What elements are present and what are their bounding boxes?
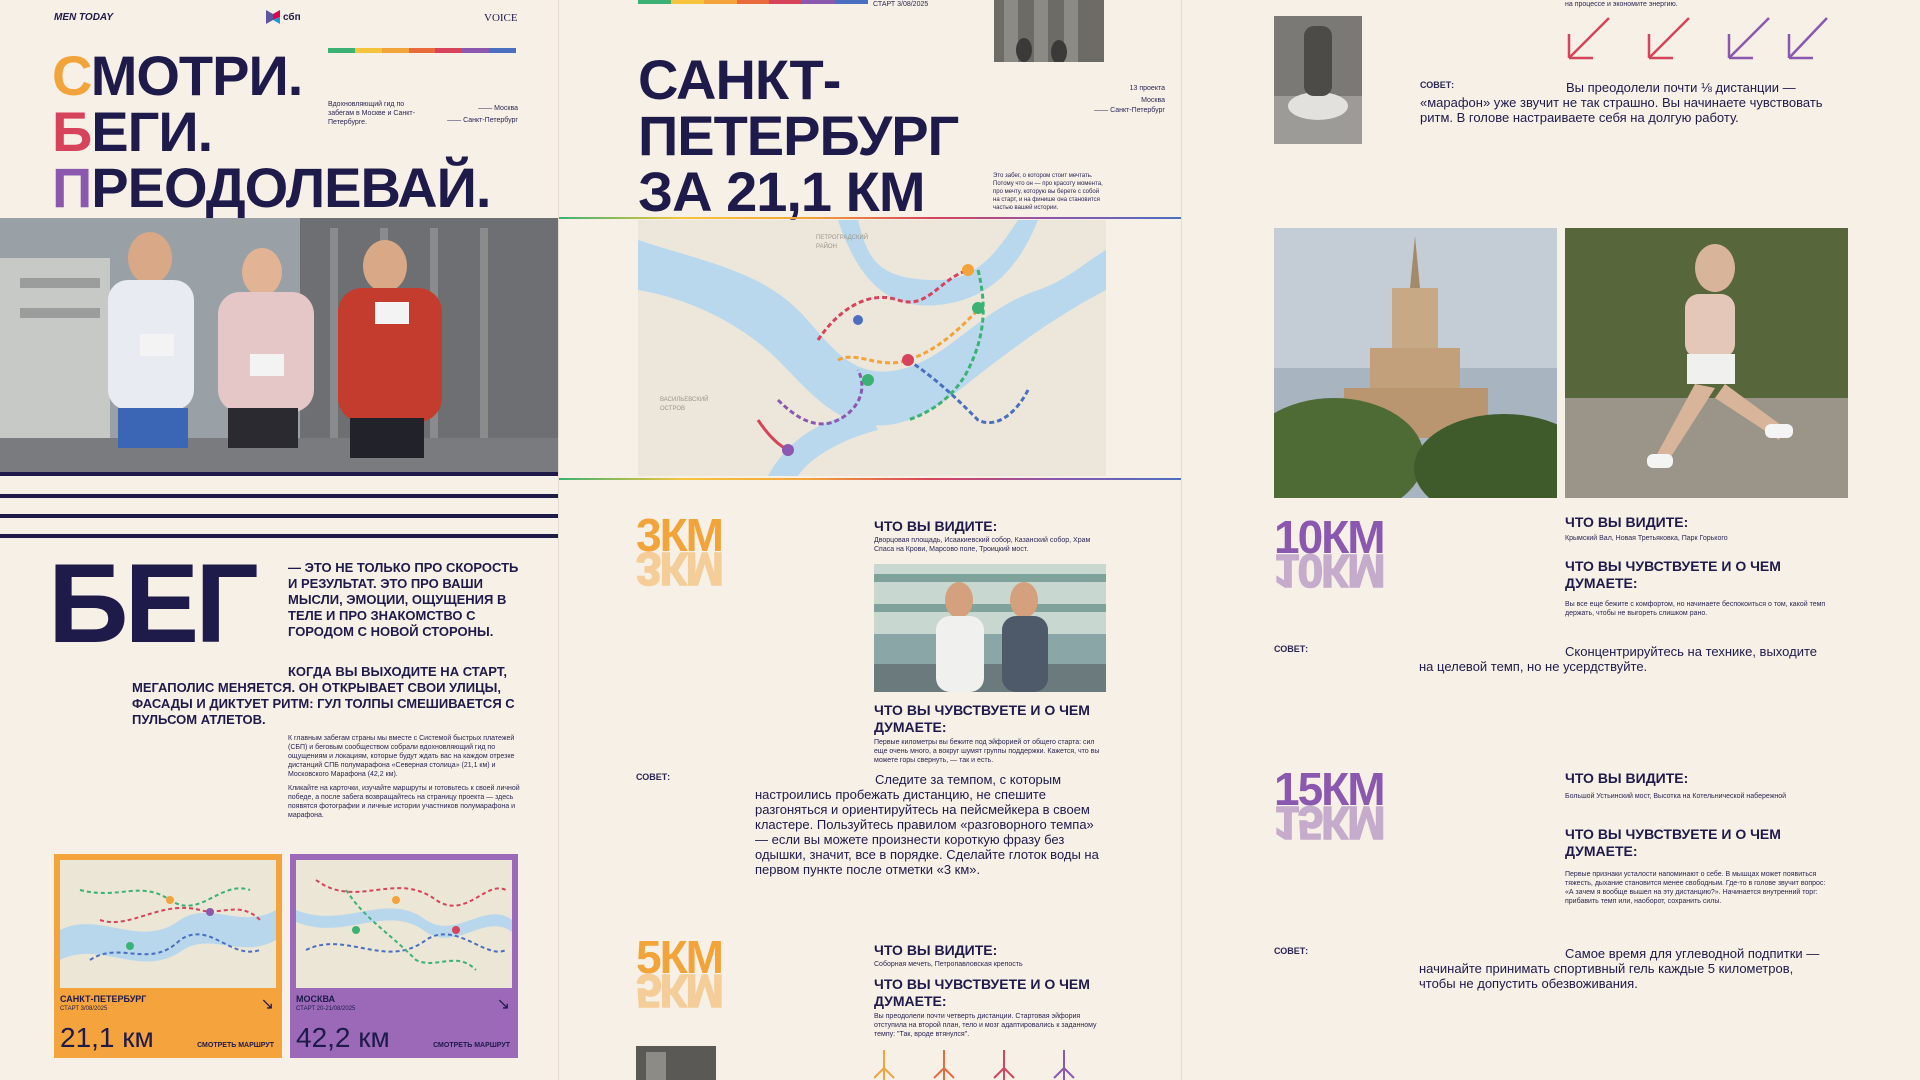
big-word-beg: БЕГ [48,541,259,666]
meta-moscow: Москва [1141,97,1165,104]
intro-small-1: К главным забегам страны мы вместе с Сис… [288,735,515,778]
top-cut-text: на процессе и экономите энергию. [1565,1,1678,8]
km3-photo-art [874,564,1106,692]
card-spb-date: СТАРТ 3/08/2025 [60,1006,108,1012]
arrow-up-icon [873,1050,1075,1080]
arrow-icons-row [1565,14,1829,60]
km3-tip-label: СОВЕТ: [636,772,671,782]
woman-running-art [1565,228,1848,498]
runners-photo [0,218,558,474]
top-thumbnail-art [994,0,1104,62]
card-spb-map [60,860,276,988]
km3-mirror: 3КМ [635,542,722,596]
card-moscow-distance: 42,2 км [296,1022,390,1053]
km3-photo [874,564,1106,692]
main-headline: СМОТРИ. БЕГИ. ПРЕОДОЛЕВАЙ. [52,44,491,219]
km15-feel-heading: ЧТО ВЫ ЧУВСТВУЕТЕ И О ЧЕМ ДУМАЕТЕ: [1565,826,1781,859]
km10-feel-text: Вы все еще бежите с комфортом, но начина… [1565,601,1826,617]
km3-see-text: Дворцовая площадь, Исаакиевский собор, К… [874,537,1091,553]
start-date-label: СТАРТ 3/08/2025 [873,1,929,8]
card-moscow-map [296,860,512,988]
city-moscow: —— Москва [478,105,518,112]
top-tip-text: Вы преодолели почти ⅛ дистанции — «мараф… [1420,80,1823,125]
column-intro: MEN TODAY сбп VOICE СМОТРИ. БЕГИ. ПРЕОДО… [0,0,559,1080]
spb-title: САНКТ-ПЕТЕРБУРГ ЗА 21,1 КМ [638,48,959,223]
divider-line-2 [0,494,558,498]
spb-side-note: Это забег, о котором стоит мечтать. Пото… [993,173,1103,211]
card-spb-distance: 21,1 км [60,1022,154,1053]
card-moscow-map-art [296,879,512,971]
msu-building-art [1274,228,1557,498]
km3-feel-heading: ЧТО ВЫ ЧУВСТВУЕТЕ И О ЧЕМ ДУМАЕТЕ: [874,702,1090,735]
map-bottom-line [559,478,1181,480]
card-moscow[interactable]: МОСКВА СТАРТ 20-21/08/2025 42,2 км ↘ СМО… [290,854,518,1058]
card-spb[interactable]: САНКТ-ПЕТЕРБУРГ СТАРТ 3/08/2025 21,1 км … [54,854,282,1058]
arrow-down-right-icon: ↘ [260,996,274,1013]
woman-running-photo [1565,228,1848,498]
shoe-lacing-photo [1274,16,1362,144]
sbp-logo: сбп [266,10,301,24]
card-moscow-date: СТАРТ 20-21/08/2025 [296,1006,356,1012]
shoe-lacing-art [1274,16,1362,144]
sbp-icon [266,10,280,24]
km5-arrows [873,1048,1106,1080]
intro-caps: — ЭТО НЕ ТОЛЬКО ПРО СКОРОСТЬ И РЕЗУЛЬТАТ… [288,560,519,639]
km5-see-heading: ЧТО ВЫ ВИДИТЕ: [874,942,998,958]
km5-see-text: Соборная мечеть, Петропавловская крепост… [874,961,1023,968]
map-top-line [559,217,1181,219]
card-spb-city: САНКТ-ПЕТЕРБУРГ [60,994,147,1004]
card-spb-link[interactable]: СМОТРЕТЬ МАРШРУТ [197,1042,274,1049]
spb-route-map-art [638,220,1106,476]
km3-tip-text: Следите за темпом, с которым настроились… [755,772,1099,877]
km5-feel-text: Вы преодолели почти четверть дистанции. … [874,1013,1097,1038]
km5-feel-heading: ЧТО ВЫ ЧУВСТВУЕТЕ И О ЧЕМ ДУМАЕТЕ: [874,976,1090,1009]
divider-line-4 [0,534,558,538]
divider-line-3 [0,514,558,518]
runners-photo-art [0,218,558,474]
km15-tip-label: СОВЕТ: [1274,946,1309,956]
city-spb: —— Санкт-Петербург [447,117,518,124]
arrow-down-right-icon: ↘ [496,996,510,1013]
top-thumbnail-photo [994,0,1104,62]
intro-small-2: Кликайте на карточки, изучайте маршруты … [288,785,520,819]
card-moscow-link[interactable]: СМОТРЕТЬ МАРШРУТ [433,1042,510,1049]
rainbow-stripe [328,48,517,53]
guide-subtitle: Вдохновляющий гид по забегам в Москве и … [328,101,415,126]
rainbow-stripe-top [638,0,869,4]
km3-feel-text: Первые километры вы бежите под эйфорией … [874,739,1100,764]
card-spb-map-art [60,887,276,962]
km10-see-heading: ЧТО ВЫ ВИДИТЕ: [1565,514,1689,530]
km10-tip-text: Сконцентрируйтесь на технике, выходите н… [1419,644,1817,674]
column-moscow: на процессе и экономите энергию. СОВЕТ: … [1182,0,1920,1080]
voice-logo: VOICE [484,12,518,24]
arrow-down-left-icon [1567,17,1828,60]
km15-tip-text: Самое время для углеводной подпитки — на… [1419,946,1820,991]
km15-see-text: Большой Устьинский мост, Высотка на Коте… [1565,793,1787,800]
column-spb: СТАРТ 3/08/2025 САНКТ-ПЕТЕРБУРГ ЗА 21,1 … [559,0,1182,1080]
km10-feel-heading: ЧТО ВЫ ЧУВСТВУЕТЕ И О ЧЕМ ДУМАЕТЕ: [1565,558,1781,591]
km5-photo-art [636,1046,716,1080]
km10-see-text: Крымский Вал, Новая Третьяковка, Парк Го… [1565,535,1728,542]
meta-projects: 13 проекта [1129,85,1165,92]
km5-mirror: 5КМ [635,964,722,1018]
intro-caps-2: КОГДА ВЫ ВЫХОДИТЕ НА СТАРТ, МЕГАПОЛИС МЕ… [132,664,515,727]
msu-building-photo [1274,228,1557,498]
meta-spb: —— Санкт-Петербург [1094,107,1165,114]
divider-line-1 [0,472,558,476]
men-today-logo: MEN TODAY [54,12,114,23]
km15-mirror: 15КМ [1273,796,1384,850]
km10-mirror: 10КМ [1273,544,1384,598]
card-moscow-city: МОСКВА [296,994,336,1004]
km5-photo [636,1046,716,1080]
map-label-petrogradsky: ПЕТРОГРАДСКИЙ РАЙОН [816,235,869,250]
km3-see-heading: ЧТО ВЫ ВИДИТЕ: [874,518,998,534]
map-label-vasilievsky: ВАСИЛЬЕВСКИЙ ОСТРОВ [660,397,709,412]
km10-tip-label: СОВЕТ: [1274,644,1309,654]
spb-route-map[interactable]: ПЕТРОГРАДСКИЙ РАЙОН ВАСИЛЬЕВСКИЙ ОСТРОВ [638,220,1106,476]
km15-see-heading: ЧТО ВЫ ВИДИТЕ: [1565,770,1689,786]
km15-feel-text: Первые признаки усталости напоминают о с… [1565,871,1826,905]
